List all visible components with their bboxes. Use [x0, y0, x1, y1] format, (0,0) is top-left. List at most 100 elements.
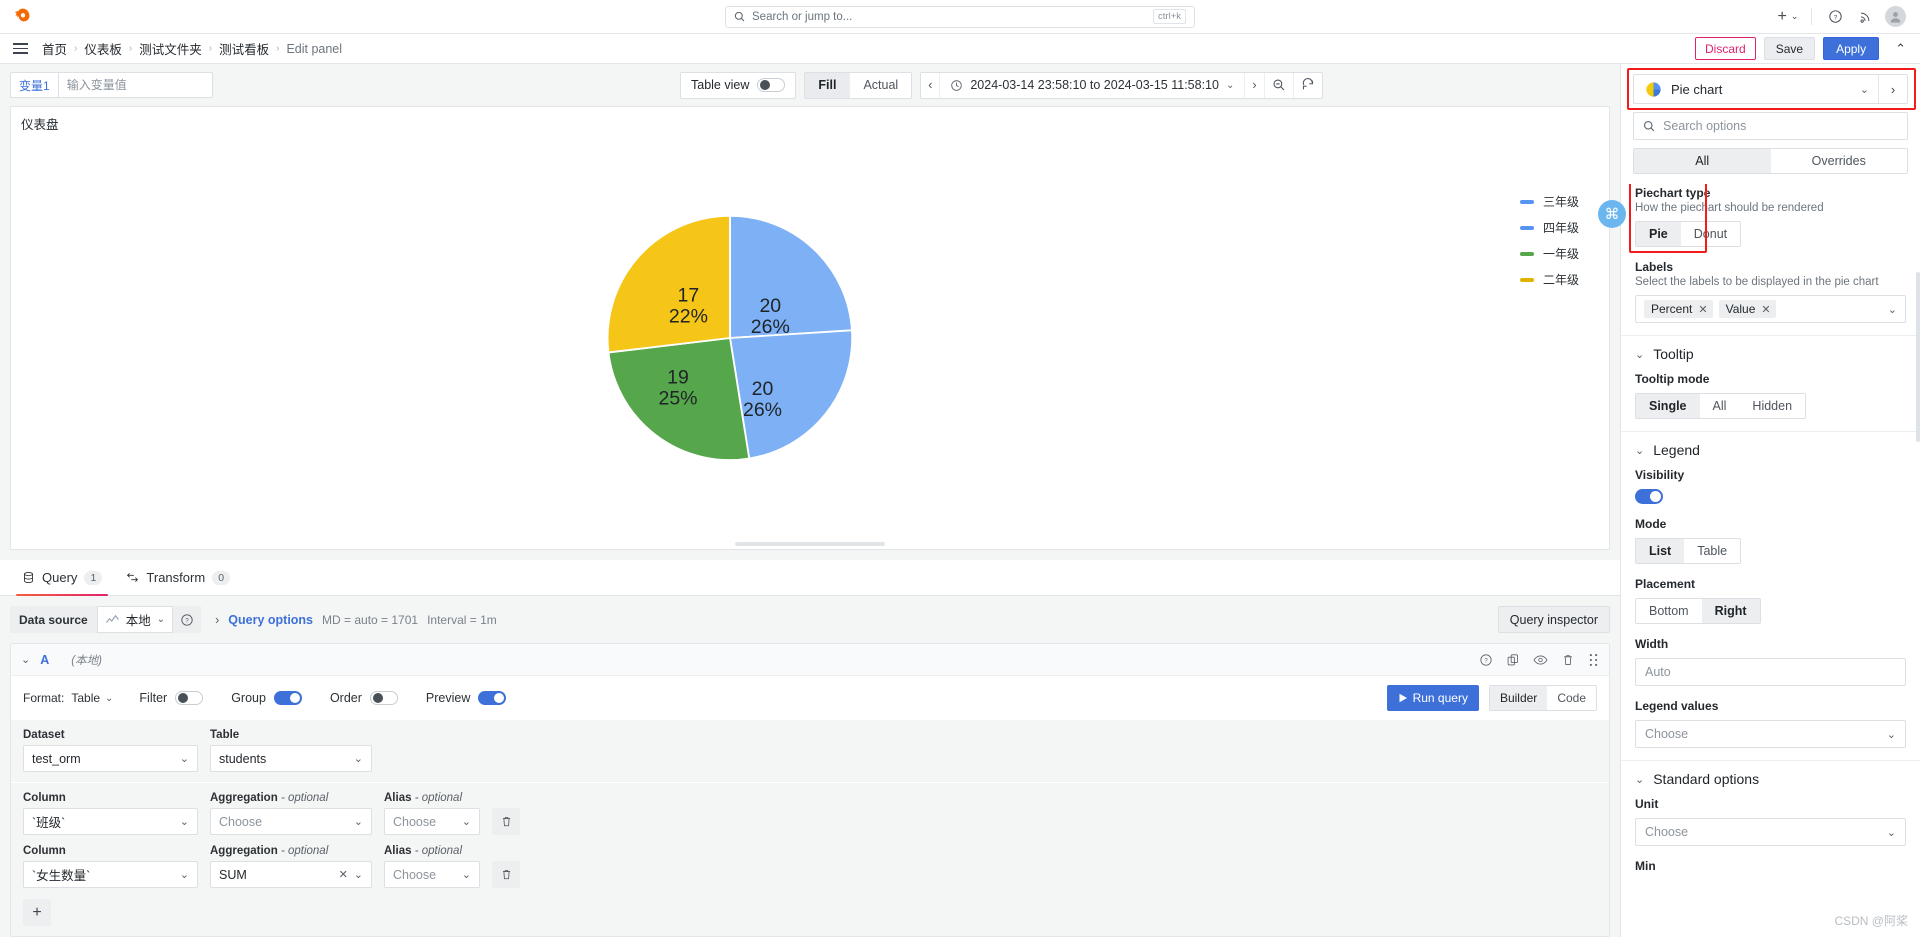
- filter-toggle[interactable]: Filter: [139, 691, 204, 705]
- legend-item-ernianji[interactable]: 二年级: [1519, 271, 1579, 288]
- run-query-button[interactable]: Run query: [1386, 685, 1479, 711]
- apply-button[interactable]: Apply: [1823, 37, 1880, 60]
- legend-placement-right-button[interactable]: Right: [1701, 599, 1760, 623]
- data-source-picker[interactable]: 本地 ⌄: [96, 606, 174, 633]
- new-menu-button[interactable]: + ⌄: [1773, 3, 1803, 31]
- label-chip-percent[interactable]: Percent ✕: [1644, 300, 1713, 318]
- query-duplicate-icon[interactable]: [1506, 653, 1520, 667]
- menu-toggle-button[interactable]: [10, 42, 36, 55]
- tab-transform[interactable]: Transform 0: [114, 560, 242, 596]
- tooltip-mode-all-button[interactable]: All: [1699, 394, 1740, 418]
- visualization-picker[interactable]: Pie chart ⌄ ›: [1633, 74, 1908, 104]
- legend-mode-table-button[interactable]: Table: [1684, 539, 1741, 563]
- table-select[interactable]: students ⌄: [210, 745, 372, 772]
- time-shift-back-button[interactable]: ‹: [921, 72, 941, 98]
- preview-toggle[interactable]: Preview: [426, 691, 507, 705]
- delete-column-button[interactable]: [492, 808, 520, 835]
- news-button[interactable]: [1850, 3, 1880, 31]
- filter-switch[interactable]: [175, 691, 204, 705]
- refresh-button[interactable]: [1294, 73, 1322, 98]
- pie-chart[interactable]: 20 26% 20 26% 19 25% 17 22%: [600, 208, 860, 468]
- pie-slice-sannianji[interactable]: [729, 214, 853, 339]
- standard-options-section-header[interactable]: ⌄ Standard options: [1635, 771, 1906, 787]
- query-drag-handle-icon[interactable]: [1588, 653, 1599, 667]
- table-view-switch[interactable]: [757, 78, 786, 92]
- legend-placement-bottom-button[interactable]: Bottom: [1636, 599, 1702, 623]
- save-button[interactable]: Save: [1763, 37, 1816, 60]
- chevron-down-icon[interactable]: ⌄: [1851, 83, 1878, 96]
- chevron-down-icon[interactable]: ⌄: [1888, 303, 1897, 316]
- pie-slice-sinianji[interactable]: [728, 329, 854, 460]
- chevron-right-icon[interactable]: ›: [215, 613, 219, 627]
- query-inspector-button[interactable]: Query inspector: [1497, 606, 1610, 633]
- chevron-right-icon[interactable]: ›: [1878, 75, 1907, 103]
- close-icon[interactable]: ✕: [1761, 303, 1770, 316]
- alias-select[interactable]: Choose ⌄: [384, 808, 480, 835]
- tooltip-mode-single-button[interactable]: Single: [1636, 394, 1700, 418]
- tooltip-section-header[interactable]: ⌄ Tooltip: [1635, 346, 1906, 362]
- breadcrumb-item-dashboard[interactable]: 测试看板: [219, 39, 269, 58]
- code-button[interactable]: Code: [1547, 686, 1596, 710]
- tab-overrides[interactable]: Overrides: [1770, 149, 1907, 173]
- discard-button[interactable]: Discard: [1695, 37, 1756, 60]
- variable-input[interactable]: [57, 72, 213, 98]
- global-search-box[interactable]: Search or jump to... ctrl+k: [725, 5, 1195, 28]
- breadcrumb-item-home[interactable]: 首页: [42, 39, 67, 58]
- zoom-out-button[interactable]: [1265, 72, 1294, 98]
- aggregation-select[interactable]: Choose ⌄: [210, 808, 372, 835]
- tab-query[interactable]: Query 1: [10, 560, 114, 596]
- legend-width-input[interactable]: [1635, 658, 1906, 686]
- chevron-up-icon[interactable]: ⌃: [1887, 41, 1910, 57]
- legend-item-sinianji[interactable]: 四年级: [1519, 219, 1579, 236]
- breadcrumb-item-dashboards[interactable]: 仪表板: [84, 39, 122, 58]
- group-switch[interactable]: [273, 691, 302, 705]
- panel-resize-handle[interactable]: [735, 542, 885, 546]
- label-chip-value[interactable]: Value ✕: [1718, 300, 1776, 318]
- add-column-button[interactable]: +: [23, 899, 51, 926]
- legend-visibility-toggle[interactable]: [1635, 489, 1663, 504]
- format-select[interactable]: Table ⌄: [71, 691, 113, 705]
- actual-button[interactable]: Actual: [850, 73, 911, 98]
- tab-all[interactable]: All: [1634, 149, 1771, 173]
- close-icon[interactable]: ✕: [1698, 303, 1707, 316]
- query-delete-icon[interactable]: [1561, 653, 1575, 667]
- column-select[interactable]: `女生数量` ⌄: [23, 861, 198, 888]
- aggregation-clear-and-caret[interactable]: ✕ ⌄: [339, 868, 363, 881]
- delete-column-button[interactable]: [492, 861, 520, 888]
- options-search-input[interactable]: [1663, 119, 1898, 133]
- legend-section-header[interactable]: ⌄ Legend: [1635, 442, 1906, 458]
- group-toggle[interactable]: Group: [231, 691, 302, 705]
- order-toggle[interactable]: Order: [330, 691, 398, 705]
- alias-select[interactable]: Choose ⌄: [384, 861, 480, 888]
- legend-values-select[interactable]: Choose ⌄: [1635, 720, 1906, 748]
- column-select[interactable]: `班级` ⌄: [23, 808, 198, 835]
- pie-slice-ernianji[interactable]: [606, 214, 731, 354]
- grafana-logo-icon[interactable]: [0, 7, 46, 27]
- help-button[interactable]: ?: [1820, 3, 1850, 31]
- query-help-icon[interactable]: ?: [1479, 653, 1493, 667]
- unit-select[interactable]: Choose ⌄: [1635, 818, 1906, 846]
- legend-item-sannianji[interactable]: 三年级: [1519, 193, 1579, 210]
- builder-button[interactable]: Builder: [1489, 686, 1548, 710]
- labels-multiselect[interactable]: Percent ✕ Value ✕ ⌄: [1635, 295, 1906, 323]
- piechart-type-pie-button[interactable]: Pie: [1636, 222, 1681, 246]
- preview-switch[interactable]: [478, 691, 507, 705]
- options-scrollbar[interactable]: [1916, 272, 1920, 937]
- time-range-picker[interactable]: 2024-03-14 23:58:10 to 2024-03-15 11:58:…: [940, 72, 1246, 98]
- options-scroll-area[interactable]: Piechart type How the piechart should be…: [1621, 184, 1920, 937]
- query-ref-id[interactable]: A: [40, 653, 49, 667]
- table-view-toggle[interactable]: Table view: [680, 71, 797, 99]
- order-switch[interactable]: [369, 691, 398, 705]
- avatar[interactable]: [1885, 6, 1906, 27]
- query-hide-icon[interactable]: [1533, 653, 1548, 667]
- options-search[interactable]: [1633, 112, 1908, 140]
- legend-mode-list-button[interactable]: List: [1636, 539, 1685, 563]
- time-shift-forward-button[interactable]: ›: [1245, 72, 1265, 98]
- chevron-down-icon[interactable]: ⌄: [21, 653, 30, 666]
- aggregation-select[interactable]: SUM ✕ ⌄: [210, 861, 372, 888]
- dataset-select[interactable]: test_orm ⌄: [23, 745, 198, 772]
- keyboard-shortcut-badge[interactable]: ⌘: [1598, 200, 1626, 228]
- piechart-type-donut-button[interactable]: Donut: [1680, 222, 1741, 246]
- query-options-link[interactable]: Query options: [228, 613, 313, 627]
- breadcrumb-item-folder[interactable]: 测试文件夹: [139, 39, 202, 58]
